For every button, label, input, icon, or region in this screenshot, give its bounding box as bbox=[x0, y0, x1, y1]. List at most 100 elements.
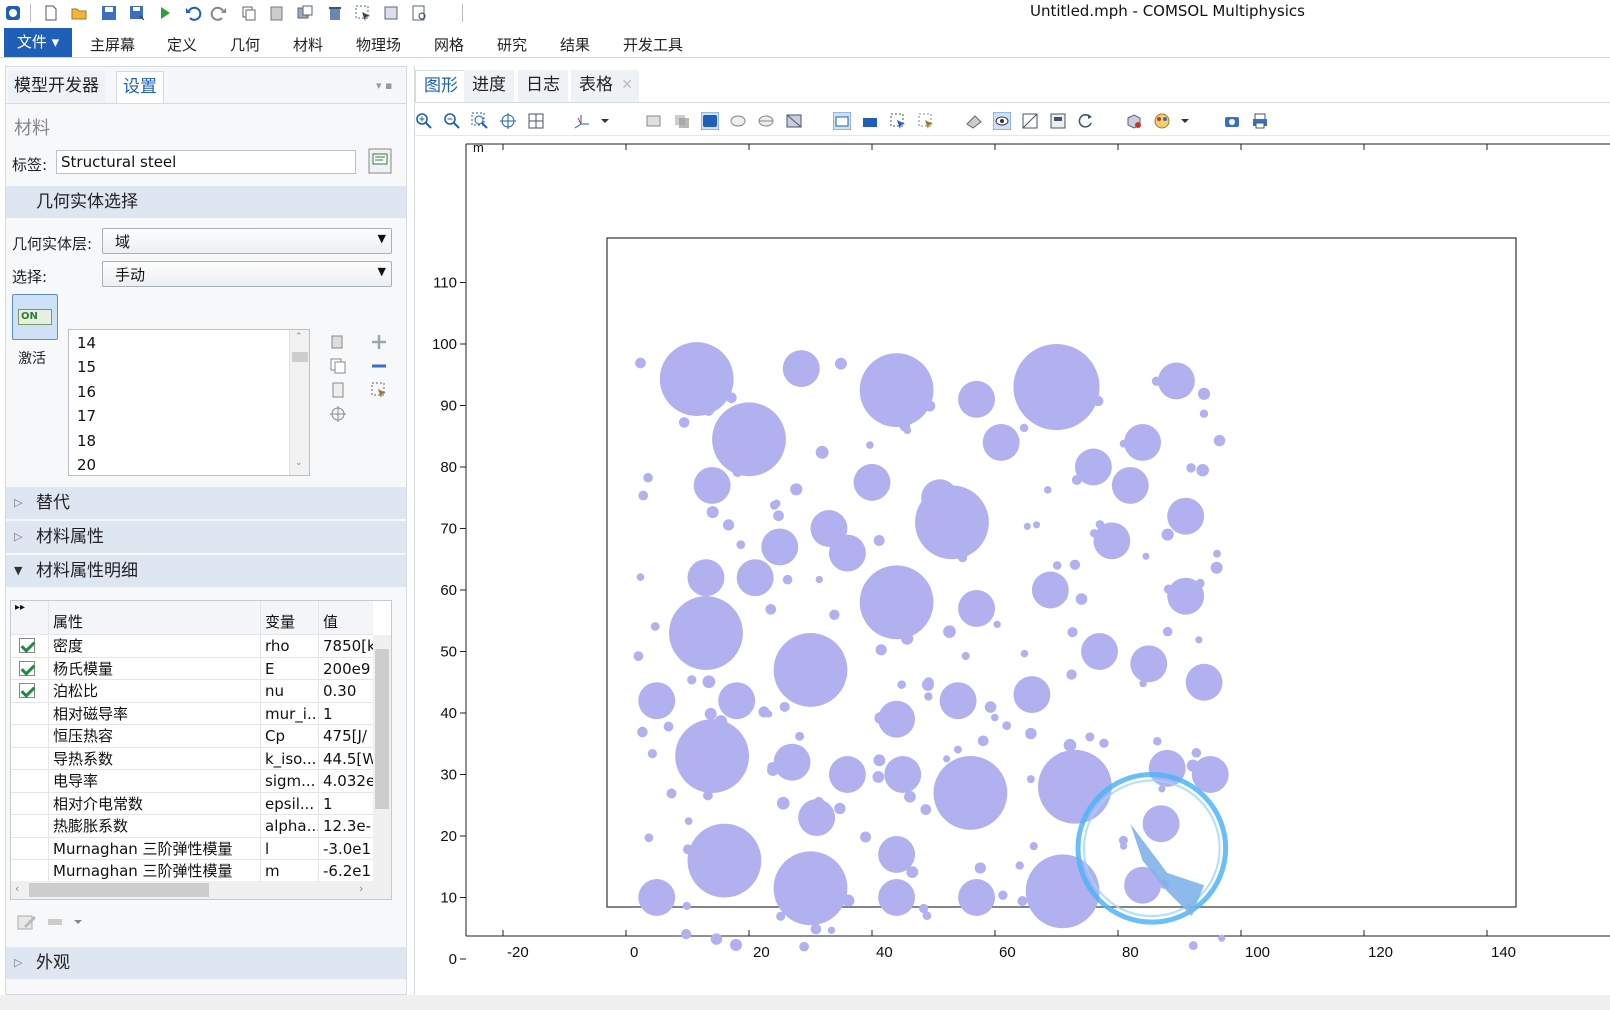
inclusion-circle[interactable] bbox=[773, 633, 848, 707]
save-icon[interactable] bbox=[100, 4, 118, 22]
table-row[interactable]: 相对磁导率 mur_i... 1 bbox=[11, 702, 373, 725]
panel-pin-icon[interactable]: ▾ ▪ bbox=[376, 79, 392, 92]
inclusion-dot[interactable] bbox=[714, 845, 722, 853]
inclusion-dot[interactable] bbox=[873, 754, 886, 767]
inclusion-circle[interactable] bbox=[1142, 805, 1180, 843]
close-tab-icon[interactable]: ✕ bbox=[621, 70, 633, 100]
inclusion-dot[interactable] bbox=[899, 363, 913, 376]
inclusion-dot[interactable] bbox=[709, 747, 720, 758]
inclusion-dot[interactable] bbox=[984, 701, 997, 713]
inclusion-circle[interactable] bbox=[958, 879, 995, 916]
inclusion-dot[interactable] bbox=[974, 862, 986, 874]
new-file-icon[interactable] bbox=[42, 4, 60, 22]
inclusion-circle[interactable] bbox=[982, 423, 1020, 461]
inclusion-dot[interactable] bbox=[906, 866, 919, 878]
inclusion-dot[interactable] bbox=[682, 901, 691, 910]
render-solid-icon[interactable] bbox=[701, 112, 719, 130]
inclusion-dot[interactable] bbox=[1161, 528, 1174, 541]
inclusion-dot[interactable] bbox=[1151, 376, 1162, 386]
inclusion-dot[interactable] bbox=[1023, 367, 1037, 380]
row-checkbox-cell[interactable] bbox=[11, 657, 49, 680]
inclusion-dot[interactable] bbox=[706, 506, 719, 519]
open-folder-icon[interactable] bbox=[70, 4, 88, 22]
wireframe-icon[interactable] bbox=[645, 112, 663, 130]
inclusion-dot[interactable] bbox=[666, 788, 677, 799]
inclusion-dot[interactable] bbox=[1093, 395, 1104, 407]
inclusion-dot[interactable] bbox=[1026, 775, 1035, 784]
inclusion-circle[interactable] bbox=[782, 350, 820, 388]
inclusion-dot[interactable] bbox=[1066, 669, 1077, 680]
inclusion-dot[interactable] bbox=[866, 441, 874, 449]
inclusion-dot[interactable] bbox=[1213, 434, 1226, 447]
menu-definitions[interactable]: 定义 bbox=[167, 34, 197, 55]
table-row[interactable]: 恒压热容 Cp 475[J/ bbox=[11, 725, 373, 748]
scroll-left-icon[interactable]: ‹ bbox=[15, 882, 19, 895]
inclusion-dot[interactable] bbox=[685, 759, 695, 770]
inclusion-dot[interactable] bbox=[1062, 781, 1076, 794]
inclusion-dot[interactable] bbox=[795, 731, 805, 741]
inclusion-dot[interactable] bbox=[1197, 387, 1211, 400]
add-icon[interactable] bbox=[369, 332, 389, 352]
inclusion-dot[interactable] bbox=[765, 710, 773, 718]
inclusion-dot[interactable] bbox=[962, 520, 974, 532]
inclusion-dot[interactable] bbox=[1163, 584, 1174, 594]
inclusion-dot[interactable] bbox=[1002, 721, 1012, 731]
row-checkbox-cell[interactable] bbox=[11, 815, 49, 838]
inclusion-circle[interactable] bbox=[1167, 497, 1205, 535]
paste-selection-icon[interactable] bbox=[328, 332, 348, 352]
inclusion-dot[interactable] bbox=[943, 625, 956, 638]
table-row[interactable]: 导热系数 k_iso... 44.5[W bbox=[11, 747, 373, 770]
inclusion-dot[interactable] bbox=[777, 754, 791, 768]
table-row[interactable]: 泊松比 nu 0.30 bbox=[11, 680, 373, 703]
inclusion-circle[interactable] bbox=[828, 534, 866, 572]
table-row[interactable]: Murnaghan 三阶弹性模量 m -6.2e1 bbox=[11, 860, 373, 883]
inclusion-dot[interactable] bbox=[953, 745, 962, 754]
geometry-level-select[interactable]: 域 ▼ bbox=[102, 228, 392, 254]
inclusion-dot[interactable] bbox=[644, 833, 654, 843]
inclusion-dot[interactable] bbox=[782, 574, 793, 585]
inclusion-dot[interactable] bbox=[1199, 409, 1209, 418]
inclusion-dot[interactable] bbox=[767, 762, 777, 772]
inclusion-dot[interactable] bbox=[815, 575, 823, 584]
inclusion-dot[interactable] bbox=[957, 552, 968, 563]
inclusion-dot[interactable] bbox=[697, 656, 707, 667]
copy-selection-icon[interactable] bbox=[328, 356, 348, 376]
inclusion-circle[interactable] bbox=[1111, 467, 1149, 504]
inclusion-dot[interactable] bbox=[1118, 835, 1128, 845]
inclusion-dot[interactable] bbox=[903, 848, 914, 859]
list-item[interactable]: 14 bbox=[77, 334, 96, 352]
inclusion-dot[interactable] bbox=[736, 540, 746, 549]
inclusion-dot[interactable] bbox=[635, 357, 646, 369]
menu-mesh[interactable]: 网格 bbox=[434, 34, 464, 55]
row-checkbox-cell[interactable] bbox=[11, 635, 49, 658]
row-checkbox-cell[interactable] bbox=[11, 770, 49, 793]
menu-materials[interactable]: 材料 bbox=[293, 34, 323, 55]
inclusion-dot[interactable] bbox=[769, 500, 779, 510]
select-domain-icon[interactable] bbox=[861, 112, 879, 130]
inclusion-dot[interactable] bbox=[633, 651, 644, 661]
inclusion-dot[interactable] bbox=[1139, 679, 1147, 688]
inclusion-dot[interactable] bbox=[1025, 727, 1037, 740]
select-icon[interactable] bbox=[354, 4, 372, 22]
inclusion-circle[interactable] bbox=[859, 565, 934, 640]
inclusion-dot[interactable] bbox=[1058, 752, 1066, 760]
color-table-icon[interactable] bbox=[1153, 112, 1171, 130]
checkbox-checked-icon[interactable] bbox=[19, 660, 35, 676]
inclusion-dot[interactable] bbox=[686, 632, 696, 641]
inclusion-dot[interactable] bbox=[875, 644, 887, 656]
inclusion-dot[interactable] bbox=[683, 844, 693, 855]
scroll-down-icon[interactable]: ⌄ bbox=[295, 458, 303, 468]
inclusion-dot[interactable] bbox=[834, 802, 846, 815]
inclusion-dot[interactable] bbox=[637, 726, 648, 738]
menu-results[interactable]: 结果 bbox=[560, 34, 590, 55]
menu-geometry[interactable]: 几何 bbox=[230, 34, 260, 55]
activate-toggle-button[interactable]: ON bbox=[12, 294, 58, 340]
inclusion-circle[interactable] bbox=[958, 380, 995, 418]
inclusion-circle[interactable] bbox=[1013, 676, 1051, 713]
inclusion-dot[interactable] bbox=[889, 716, 901, 727]
transparency-icon[interactable] bbox=[673, 112, 691, 130]
rotate-icon[interactable] bbox=[1077, 112, 1095, 130]
section-material-properties[interactable]: ▷ 材料属性 bbox=[6, 521, 406, 553]
dropdown-arrow-icon[interactable] bbox=[1179, 112, 1191, 130]
inclusion-dot[interactable] bbox=[810, 923, 822, 935]
